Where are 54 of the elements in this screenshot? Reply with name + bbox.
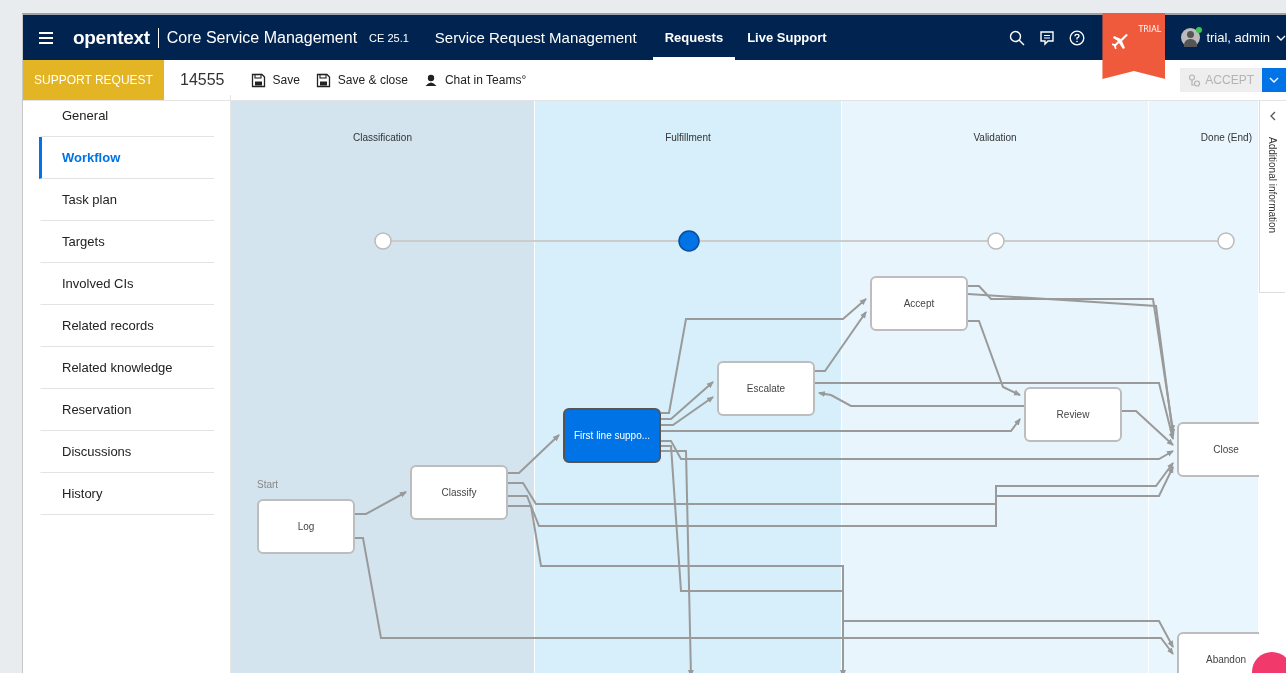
sidebar-item[interactable]: Task plan (39, 179, 214, 221)
chevron-down-icon (1269, 76, 1279, 84)
user-menu[interactable]: trial, admin (1206, 30, 1270, 45)
sidebar-item[interactable]: Workflow (39, 137, 214, 179)
brand-logo: opentext (73, 26, 150, 49)
chevron-down-icon[interactable] (1276, 33, 1286, 42)
workflow-node[interactable]: Log (257, 499, 355, 554)
help-icon[interactable] (1069, 29, 1086, 46)
workflow-node[interactable]: Escalate (717, 361, 815, 416)
product-name: Core Service Management (166, 28, 358, 47)
workflow-node[interactable]: Review (1024, 387, 1122, 442)
user-avatar-icon[interactable] (1181, 28, 1201, 47)
search-icon[interactable] (1009, 29, 1026, 46)
start-caption: Start (257, 479, 279, 490)
phase-label: Fulfillment (665, 132, 711, 145)
phase-label: Done (End) (1200, 132, 1252, 145)
workflow-node[interactable]: Abandon (1177, 632, 1259, 673)
airplane-icon (1112, 33, 1131, 51)
toolbar-action[interactable]: Save & close (315, 72, 408, 88)
panel-tab-label[interactable]: Additional information (1267, 137, 1278, 234)
nav-tab[interactable]: Requests (652, 15, 736, 60)
record-id: 14555 (180, 71, 225, 89)
sidebar-item[interactable]: Reservation (39, 389, 214, 431)
module-title: Service Request Management (434, 29, 637, 46)
phase-label: Classification (353, 132, 412, 145)
menu-icon[interactable] (39, 31, 53, 44)
trial-label: TRIAL (1138, 25, 1162, 34)
workflow-icon (1188, 73, 1202, 87)
workflow-node[interactable]: Close (1177, 422, 1259, 477)
sidebar-item[interactable]: Related records (39, 305, 214, 347)
workflow-node[interactable]: Accept (870, 276, 968, 331)
toolbar-action[interactable]: Chat in Teams° (423, 73, 527, 87)
sidebar-item[interactable]: Involved CIs (39, 263, 214, 305)
record-type-badge: SUPPORT REQUEST (23, 60, 164, 100)
chevron-left-icon[interactable] (1268, 111, 1277, 121)
workflow-node[interactable]: First line suppo... (563, 408, 661, 463)
sidebar-item[interactable]: History (39, 473, 214, 515)
sidebar-item[interactable]: Discussions (39, 431, 214, 473)
version-label: CE 25.1 (369, 31, 409, 44)
connector-arrow (353, 491, 407, 515)
person-icon (423, 73, 438, 87)
chat-icon[interactable] (1039, 29, 1056, 46)
workflow-node[interactable]: Classify (410, 465, 508, 520)
toolbar-action[interactable]: Save (250, 72, 300, 88)
phase-dot[interactable] (987, 232, 1005, 250)
sidebar-item[interactable]: General (39, 95, 214, 137)
phase-dot[interactable] (678, 230, 700, 252)
nav-tab[interactable]: Live Support (735, 15, 839, 60)
dropdown-toggle[interactable] (1262, 68, 1286, 92)
phase-label: Validation (973, 132, 1017, 145)
sidebar-item[interactable]: Related knowledge (39, 347, 214, 389)
sidebar-item[interactable]: Targets (39, 221, 214, 263)
phase-dot[interactable] (374, 232, 392, 250)
phase-dot[interactable] (1217, 232, 1235, 250)
